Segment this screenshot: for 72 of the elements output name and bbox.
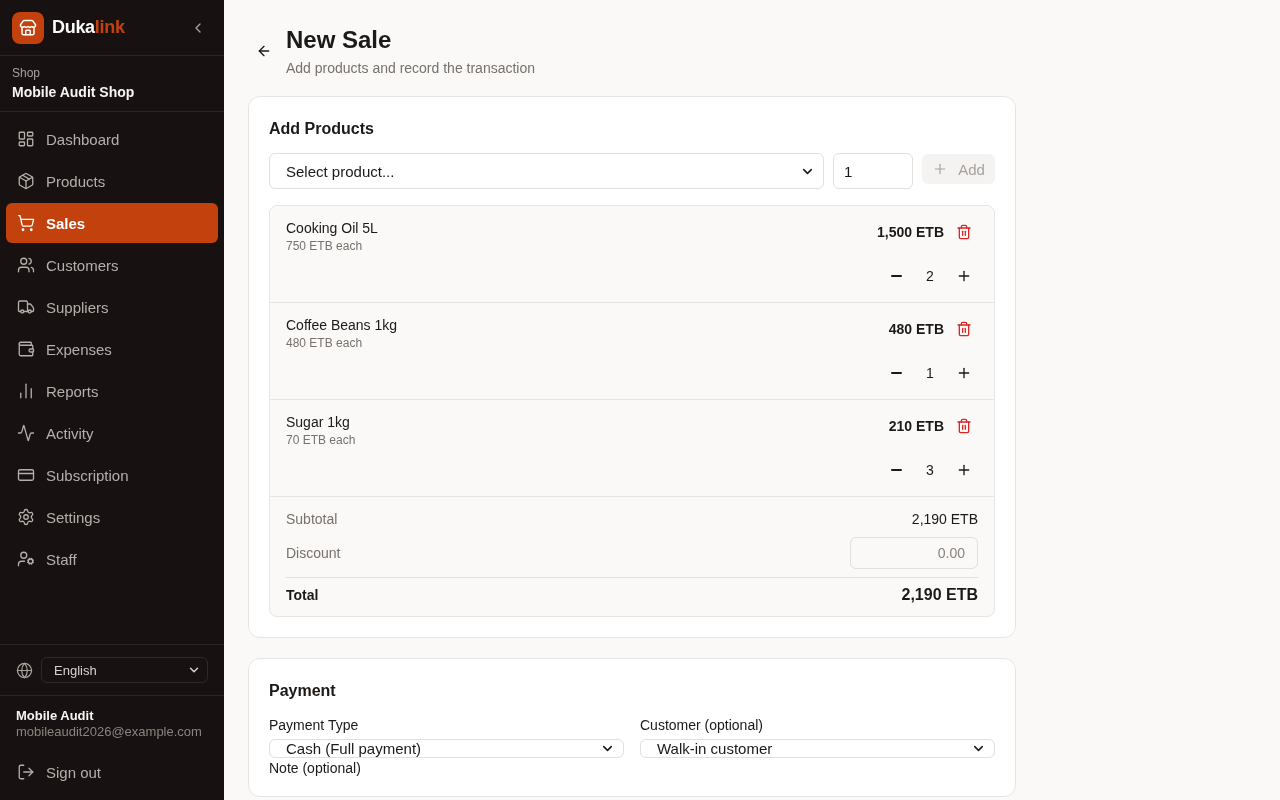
nav-item[interactable]: Settings (6, 497, 218, 537)
shop-label: Shop (12, 65, 42, 81)
total-label: Total (286, 587, 319, 603)
minus-icon (890, 275, 902, 277)
minus-icon (890, 372, 902, 374)
trash-icon (956, 418, 972, 434)
item-unit-price: 750 ETB each (286, 238, 364, 254)
page-subtitle: Add products and record the transaction (286, 59, 536, 78)
payment-type-select[interactable]: Cash (Full payment) (269, 739, 624, 758)
sign-out-button[interactable]: Sign out (0, 752, 224, 792)
nav-item[interactable]: Dashboard (6, 119, 218, 159)
card-title: Payment (269, 681, 337, 701)
item-name: Cooking Oil 5L (286, 219, 378, 238)
bar-chart-icon (17, 382, 35, 400)
item-quantity: 2 (925, 267, 935, 286)
quantity-input[interactable]: 1 (833, 153, 913, 189)
item-unit-price: 480 ETB each (286, 335, 364, 351)
back-button[interactable] (256, 43, 272, 59)
page-title: New Sale (286, 26, 393, 54)
store-icon (12, 11, 44, 44)
item-name: Coffee Beans 1kg (286, 316, 398, 335)
nav-item[interactable]: Suppliers (6, 287, 218, 327)
settings-icon (17, 508, 35, 526)
box-icon (17, 172, 35, 190)
customer-select[interactable]: Walk-in customer (640, 739, 995, 758)
users-icon (17, 256, 35, 274)
nav-item[interactable]: Customers (6, 245, 218, 285)
wallet-icon (17, 340, 35, 358)
nav-item[interactable]: Sales (6, 203, 218, 243)
item-quantity: 3 (925, 461, 935, 480)
plus-icon (956, 462, 972, 478)
shop-name: Mobile Audit Shop (12, 83, 136, 102)
arrow-left-icon (256, 43, 272, 59)
grid-icon (17, 130, 35, 148)
user-email: mobileaudit2026@example.com (16, 724, 203, 740)
brand-name: Dukalink (52, 17, 126, 38)
trash-icon (956, 224, 972, 240)
language-select[interactable]: English (41, 657, 208, 683)
subtotal-value: 2,190 ETB (911, 511, 978, 527)
logout-icon (17, 763, 35, 781)
item-name: Sugar 1kg (286, 413, 351, 432)
plus-icon (956, 268, 972, 284)
nav-item[interactable]: Subscription (6, 455, 218, 495)
plus-icon (956, 365, 972, 381)
subtotal-label: Subtotal (286, 511, 338, 527)
field-label: Note (optional) (269, 760, 362, 776)
discount-input[interactable]: 0.00 (850, 537, 978, 569)
truck-icon (17, 298, 35, 316)
item-line-total: 210 ETB (888, 418, 944, 434)
field-label: Payment Type (269, 716, 360, 735)
nav-item[interactable]: Reports (6, 371, 218, 411)
nav-item[interactable]: Activity (6, 413, 218, 453)
nav-item[interactable]: Expenses (6, 329, 218, 369)
item-line-total: 1,500 ETB (877, 224, 944, 240)
pulse-icon (17, 424, 35, 442)
item-line-total: 480 ETB (888, 321, 944, 337)
discount-label: Discount (286, 545, 341, 561)
item-quantity: 1 (925, 364, 935, 383)
field-label: Customer (optional) (640, 716, 764, 735)
globe-icon (16, 661, 33, 679)
trash-icon (956, 321, 972, 337)
minus-icon (890, 469, 902, 471)
product-select[interactable]: Select product... (269, 153, 824, 189)
total-value: 2,190 ETB (901, 586, 978, 604)
credit-card-icon (17, 466, 35, 484)
nav-item[interactable]: Staff (6, 539, 218, 579)
nav-item[interactable]: Products (6, 161, 218, 201)
card-title: Add Products (269, 119, 375, 139)
user-gear-icon (17, 550, 35, 568)
item-unit-price: 70 ETB each (286, 432, 356, 448)
user-name: Mobile Audit (16, 708, 95, 724)
cart-icon (17, 214, 35, 232)
